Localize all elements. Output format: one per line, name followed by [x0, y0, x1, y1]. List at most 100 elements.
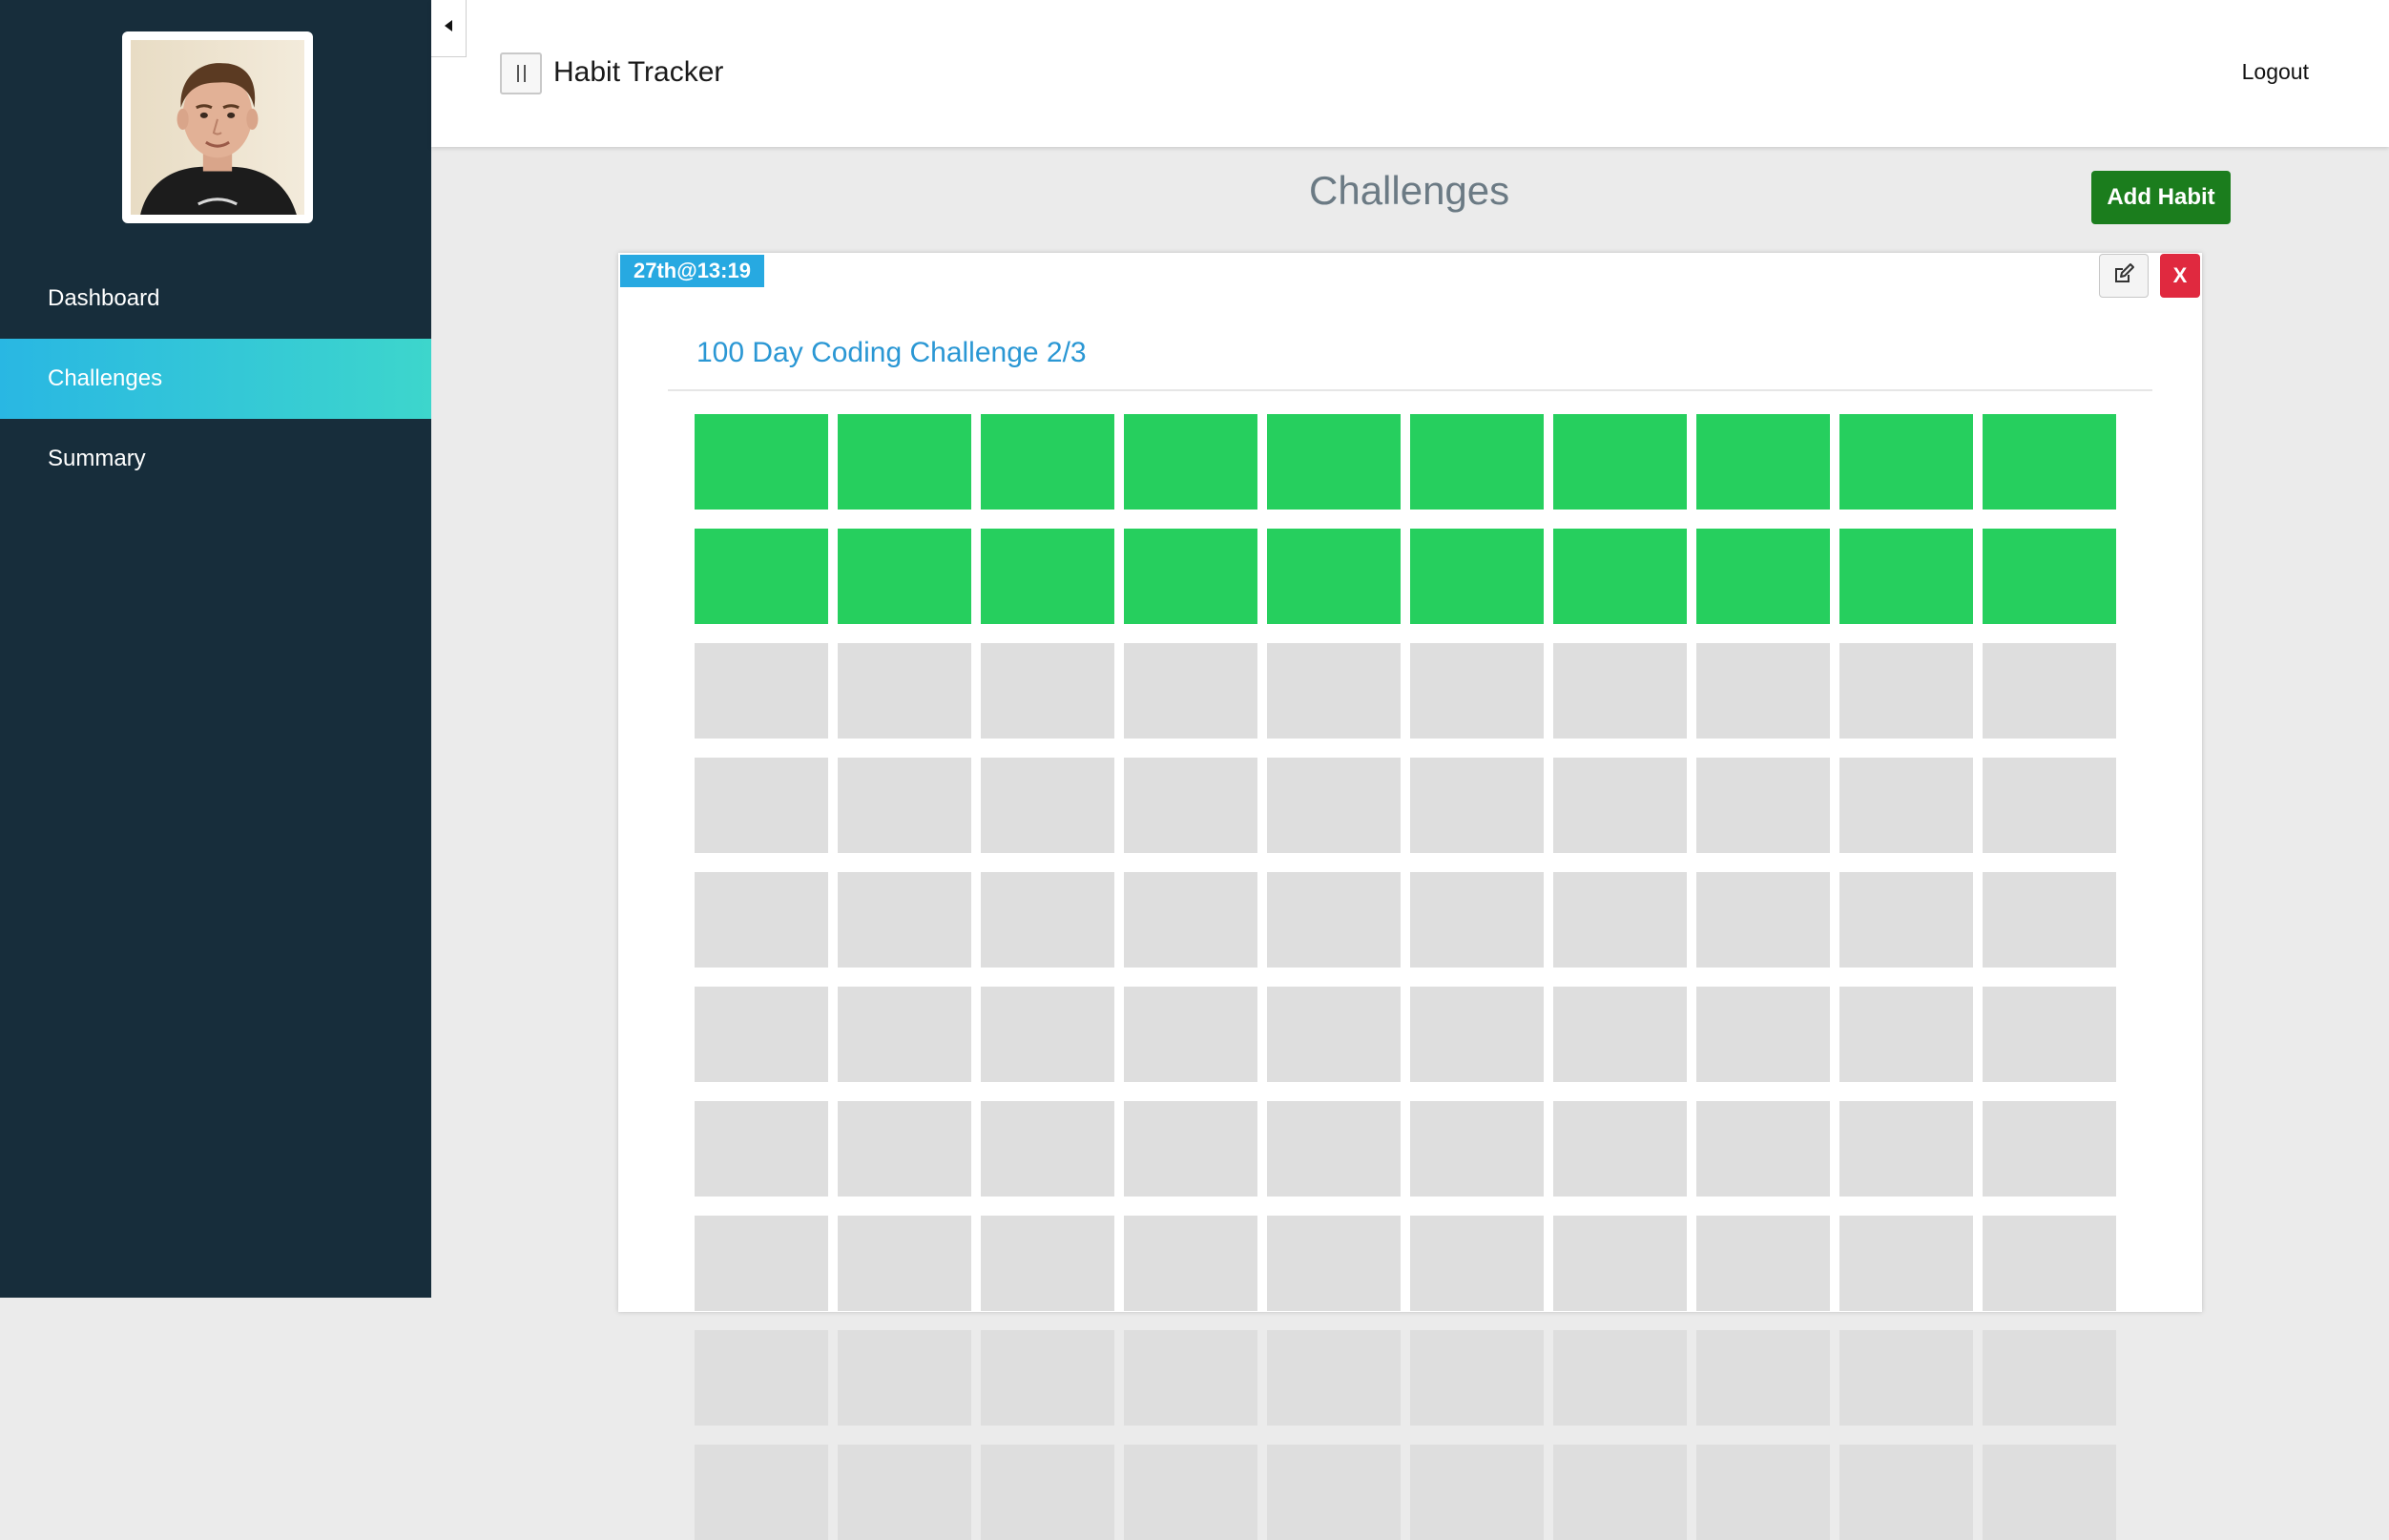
day-cell-pending[interactable]: [1267, 643, 1401, 739]
day-cell-completed[interactable]: [981, 529, 1114, 624]
day-cell-completed[interactable]: [695, 529, 828, 624]
sidebar-collapse-button[interactable]: [431, 0, 467, 57]
day-cell-pending[interactable]: [1124, 1330, 1257, 1426]
day-cell-completed[interactable]: [1553, 414, 1687, 510]
day-cell-pending[interactable]: [1839, 1330, 1973, 1426]
day-cell-pending[interactable]: [1124, 643, 1257, 739]
day-cell-pending[interactable]: [1839, 1445, 1973, 1540]
day-cell-pending[interactable]: [1553, 1330, 1687, 1426]
day-cell-pending[interactable]: [1124, 987, 1257, 1082]
day-cell-pending[interactable]: [1983, 1101, 2116, 1197]
day-cell-pending[interactable]: [1983, 1330, 2116, 1426]
logout-link[interactable]: Logout: [2242, 59, 2309, 85]
add-habit-button[interactable]: Add Habit: [2091, 171, 2231, 224]
day-cell-pending[interactable]: [838, 872, 971, 968]
day-cell-pending[interactable]: [1696, 987, 1830, 1082]
day-cell-pending[interactable]: [981, 1445, 1114, 1540]
edit-habit-button[interactable]: [2099, 254, 2149, 298]
day-cell-pending[interactable]: [1410, 987, 1544, 1082]
day-cell-pending[interactable]: [695, 872, 828, 968]
sidebar-item-dashboard[interactable]: Dashboard: [0, 259, 431, 339]
day-cell-pending[interactable]: [981, 872, 1114, 968]
day-cell-completed[interactable]: [1983, 414, 2116, 510]
day-cell-pending[interactable]: [838, 1330, 971, 1426]
day-cell-pending[interactable]: [1553, 872, 1687, 968]
day-cell-pending[interactable]: [1267, 1330, 1401, 1426]
day-cell-pending[interactable]: [1124, 872, 1257, 968]
day-cell-pending[interactable]: [981, 1216, 1114, 1311]
day-cell-completed[interactable]: [838, 529, 971, 624]
day-cell-pending[interactable]: [981, 643, 1114, 739]
day-cell-pending[interactable]: [1839, 987, 1973, 1082]
day-cell-pending[interactable]: [1410, 1216, 1544, 1311]
day-cell-pending[interactable]: [1696, 1216, 1830, 1311]
day-cell-pending[interactable]: [1696, 643, 1830, 739]
day-cell-completed[interactable]: [1124, 414, 1257, 510]
day-cell-pending[interactable]: [1983, 987, 2116, 1082]
day-cell-completed[interactable]: [1839, 529, 1973, 624]
day-cell-pending[interactable]: [981, 1101, 1114, 1197]
day-cell-pending[interactable]: [1839, 1101, 1973, 1197]
day-cell-completed[interactable]: [1983, 529, 2116, 624]
day-cell-pending[interactable]: [1696, 872, 1830, 968]
day-cell-pending[interactable]: [838, 1216, 971, 1311]
day-cell-pending[interactable]: [1124, 1216, 1257, 1311]
day-cell-pending[interactable]: [838, 643, 971, 739]
day-cell-pending[interactable]: [695, 1445, 828, 1540]
day-cell-pending[interactable]: [695, 1101, 828, 1197]
day-cell-pending[interactable]: [1839, 872, 1973, 968]
day-cell-pending[interactable]: [981, 1330, 1114, 1426]
day-cell-pending[interactable]: [1410, 758, 1544, 853]
day-cell-pending[interactable]: [1553, 1445, 1687, 1540]
day-cell-pending[interactable]: [838, 1101, 971, 1197]
day-cell-pending[interactable]: [1267, 758, 1401, 853]
day-cell-pending[interactable]: [1267, 1445, 1401, 1540]
day-cell-completed[interactable]: [1410, 414, 1544, 510]
day-cell-pending[interactable]: [1696, 758, 1830, 853]
day-cell-completed[interactable]: [1124, 529, 1257, 624]
day-cell-completed[interactable]: [981, 414, 1114, 510]
day-cell-pending[interactable]: [695, 758, 828, 853]
day-cell-pending[interactable]: [1124, 1101, 1257, 1197]
day-cell-completed[interactable]: [695, 414, 828, 510]
day-cell-pending[interactable]: [1124, 758, 1257, 853]
day-cell-pending[interactable]: [1696, 1101, 1830, 1197]
day-cell-pending[interactable]: [838, 1445, 971, 1540]
day-cell-pending[interactable]: [838, 987, 971, 1082]
day-cell-pending[interactable]: [1553, 758, 1687, 853]
day-cell-pending[interactable]: [981, 987, 1114, 1082]
day-cell-completed[interactable]: [1553, 529, 1687, 624]
sidebar-item-challenges[interactable]: Challenges: [0, 339, 431, 419]
day-cell-pending[interactable]: [1410, 1101, 1544, 1197]
day-cell-completed[interactable]: [1839, 414, 1973, 510]
menu-toggle-button[interactable]: [500, 52, 542, 94]
day-cell-pending[interactable]: [1839, 1216, 1973, 1311]
day-cell-pending[interactable]: [1983, 643, 2116, 739]
day-cell-completed[interactable]: [1410, 529, 1544, 624]
delete-habit-button[interactable]: X: [2160, 254, 2200, 298]
day-cell-pending[interactable]: [1553, 1216, 1687, 1311]
day-cell-pending[interactable]: [1553, 1101, 1687, 1197]
day-cell-completed[interactable]: [1696, 414, 1830, 510]
day-cell-pending[interactable]: [695, 987, 828, 1082]
day-cell-pending[interactable]: [1410, 872, 1544, 968]
day-cell-pending[interactable]: [1553, 987, 1687, 1082]
day-cell-pending[interactable]: [1696, 1445, 1830, 1540]
day-cell-pending[interactable]: [1410, 1330, 1544, 1426]
day-cell-pending[interactable]: [695, 1330, 828, 1426]
day-cell-pending[interactable]: [1839, 643, 1973, 739]
day-cell-pending[interactable]: [1696, 1330, 1830, 1426]
day-cell-pending[interactable]: [981, 758, 1114, 853]
day-cell-completed[interactable]: [1267, 529, 1401, 624]
day-cell-pending[interactable]: [1553, 643, 1687, 739]
day-cell-pending[interactable]: [1267, 1101, 1401, 1197]
sidebar-item-summary[interactable]: Summary: [0, 419, 431, 499]
day-cell-pending[interactable]: [1267, 1216, 1401, 1311]
day-cell-pending[interactable]: [1410, 1445, 1544, 1540]
day-cell-pending[interactable]: [1267, 987, 1401, 1082]
day-cell-pending[interactable]: [1983, 758, 2116, 853]
day-cell-pending[interactable]: [1983, 1445, 2116, 1540]
day-cell-pending[interactable]: [1267, 872, 1401, 968]
day-cell-pending[interactable]: [695, 1216, 828, 1311]
day-cell-pending[interactable]: [1983, 1216, 2116, 1311]
